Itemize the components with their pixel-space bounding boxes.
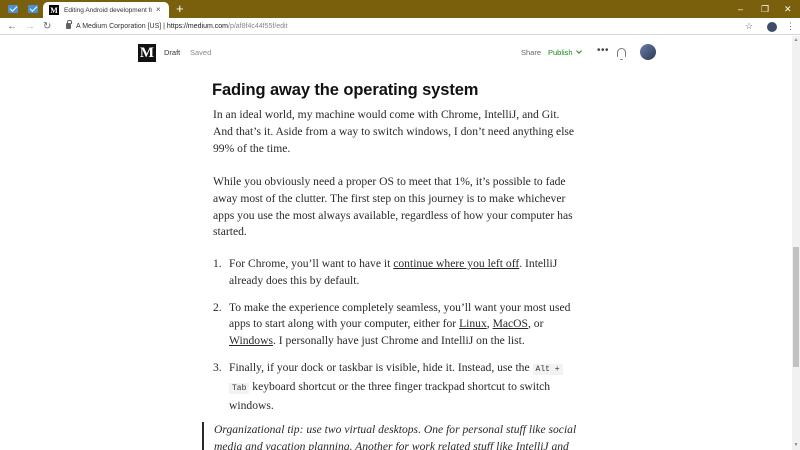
inline-code: Alt + bbox=[532, 363, 563, 375]
list-item[interactable]: 1. For Chrome, you’ll want to have it co… bbox=[213, 256, 578, 290]
medium-header: M Draft Saved Share Publish ••• bbox=[0, 36, 792, 71]
publish-button[interactable]: Publish bbox=[548, 48, 582, 57]
medium-logo[interactable]: M bbox=[138, 44, 156, 62]
list-number: 3. bbox=[213, 360, 222, 374]
linux-link[interactable]: Linux bbox=[459, 317, 487, 330]
list-item[interactable]: 2. To make the experience completely sea… bbox=[213, 300, 578, 350]
inline-code: Tab bbox=[229, 382, 250, 394]
blockquote[interactable]: Organizational tip: use two virtual desk… bbox=[202, 422, 582, 450]
draft-status: Draft bbox=[164, 48, 181, 57]
scrollbar-track[interactable] bbox=[792, 36, 800, 450]
chevron-down-icon bbox=[575, 48, 582, 54]
numbered-list: 1. For Chrome, you’ll want to have it co… bbox=[213, 256, 578, 424]
list-number: 1. bbox=[213, 257, 222, 270]
paragraph-2[interactable]: While you obviously need a proper OS to … bbox=[213, 174, 578, 241]
macos-link[interactable]: MacOS bbox=[493, 317, 528, 330]
list-item-text: For Chrome, you’ll want to have it conti… bbox=[229, 257, 558, 287]
section-heading[interactable]: Fading away the operating system bbox=[212, 81, 478, 100]
continue-link[interactable]: continue where you left off bbox=[393, 257, 519, 270]
scroll-down-icon[interactable]: ▼ bbox=[792, 442, 800, 448]
windows-link[interactable]: Windows bbox=[229, 334, 273, 347]
saved-status: Saved bbox=[190, 48, 212, 57]
list-number: 2. bbox=[213, 300, 222, 314]
share-button[interactable]: Share bbox=[521, 48, 541, 57]
paragraph-1[interactable]: In an ideal world, my machine would come… bbox=[213, 107, 578, 157]
list-item-text: Finally, if your dock or taskbar is visi… bbox=[229, 360, 578, 414]
scrollbar-thumb[interactable] bbox=[793, 247, 799, 367]
list-item-text: To make the experience completely seamle… bbox=[229, 300, 571, 348]
list-item[interactable]: 3. Finally, if your dock or taskbar is v… bbox=[213, 360, 578, 414]
more-options-icon[interactable]: ••• bbox=[597, 45, 609, 56]
scroll-up-icon[interactable]: ▲ bbox=[792, 37, 800, 43]
avatar[interactable] bbox=[640, 44, 656, 60]
bell-icon[interactable] bbox=[617, 48, 626, 60]
